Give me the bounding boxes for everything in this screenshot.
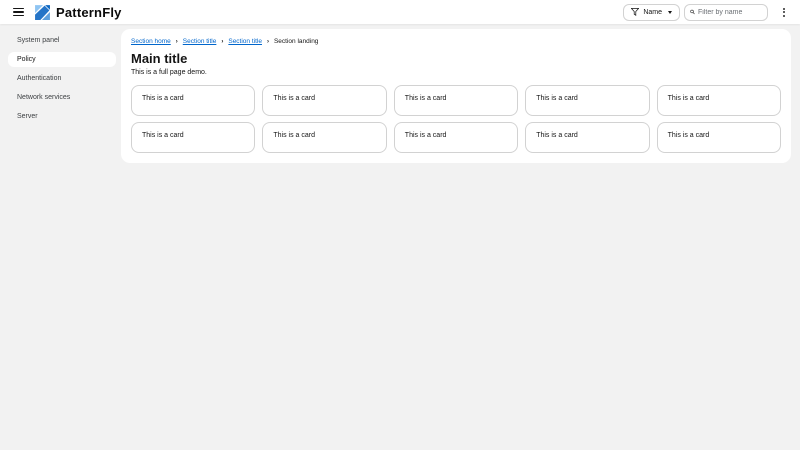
kebab-icon bbox=[783, 7, 785, 10]
card-text: This is a card bbox=[404, 95, 447, 102]
card-text: This is a card bbox=[142, 95, 184, 102]
card-grid: This is a card This is a card This is a … bbox=[131, 85, 781, 153]
masthead: PatternFly Name bbox=[0, 0, 800, 24]
nav-toggle-button[interactable] bbox=[11, 5, 26, 20]
sidebar-item-network-services[interactable]: Network services bbox=[0, 88, 116, 107]
filter-dropdown-label: Name bbox=[643, 8, 662, 16]
card: This is a card bbox=[262, 85, 387, 116]
card-text: This is a card bbox=[536, 95, 578, 102]
page-title: Main title bbox=[131, 51, 188, 66]
filter-dropdown-button[interactable]: Name bbox=[623, 3, 680, 21]
sidebar-item-label: Authentication bbox=[17, 75, 62, 82]
sidebar-item-label: Network services bbox=[17, 94, 71, 101]
card-text: This is a card bbox=[404, 132, 447, 139]
brand: PatternFly bbox=[34, 4, 122, 21]
filter-funnel-icon bbox=[631, 8, 640, 16]
sidebar-item-system-panel[interactable]: System panel bbox=[0, 31, 116, 50]
breadcrumb-separator-icon: › bbox=[221, 38, 224, 45]
breadcrumb-link-section-title-2[interactable]: Section title bbox=[228, 38, 262, 45]
patternfly-logo-icon bbox=[35, 4, 50, 20]
sidebar-item-server[interactable]: Server bbox=[0, 107, 116, 126]
breadcrumb-link-section-title-1[interactable]: Section title bbox=[183, 38, 217, 45]
search-icon bbox=[690, 9, 695, 15]
card-text: This is a card bbox=[142, 132, 184, 139]
breadcrumb-current-item: Section landing bbox=[273, 38, 319, 45]
sidebar-item-label: Server bbox=[17, 113, 38, 120]
masthead-brand-group: PatternFly bbox=[11, 4, 122, 21]
card-text: This is a card bbox=[273, 132, 316, 139]
caret-down-icon bbox=[668, 10, 672, 14]
masthead-toolbar: Name bbox=[623, 3, 788, 21]
card: This is a card bbox=[393, 85, 519, 116]
breadcrumb: Section home › Section title › Section t… bbox=[131, 37, 781, 46]
sidebar-item-label: Policy bbox=[17, 56, 36, 63]
sidebar-item-label: System panel bbox=[17, 37, 60, 44]
breadcrumb-separator-icon: › bbox=[266, 38, 269, 45]
card: This is a card bbox=[131, 85, 256, 116]
card: This is a card bbox=[656, 85, 781, 116]
search-input[interactable] bbox=[698, 8, 762, 16]
card-text: This is a card bbox=[536, 132, 578, 139]
card-text: This is a card bbox=[273, 95, 316, 102]
card: This is a card bbox=[525, 85, 650, 116]
sidebar-item-authentication[interactable]: Authentication bbox=[0, 69, 116, 88]
brand-title: PatternFly bbox=[56, 4, 122, 20]
card: This is a card bbox=[262, 122, 387, 153]
page-content-panel: Section home › Section title › Section t… bbox=[121, 29, 791, 163]
card-text: This is a card bbox=[667, 132, 710, 139]
sidebar-nav: System panel Policy Authentication Netwo… bbox=[0, 24, 121, 450]
card: This is a card bbox=[656, 122, 781, 153]
hamburger-icon bbox=[13, 7, 24, 10]
card: This is a card bbox=[393, 122, 519, 153]
sidebar-item-policy[interactable]: Policy bbox=[8, 52, 116, 67]
card: This is a card bbox=[131, 122, 256, 153]
search-field bbox=[684, 3, 768, 21]
card-text: This is a card bbox=[667, 95, 710, 102]
kebab-menu-button[interactable] bbox=[780, 5, 788, 20]
card: This is a card bbox=[525, 122, 650, 153]
breadcrumb-link-section-home[interactable]: Section home bbox=[131, 38, 171, 45]
page-subtitle: This is a full page demo. bbox=[131, 69, 207, 76]
breadcrumb-separator-icon: › bbox=[175, 38, 178, 45]
